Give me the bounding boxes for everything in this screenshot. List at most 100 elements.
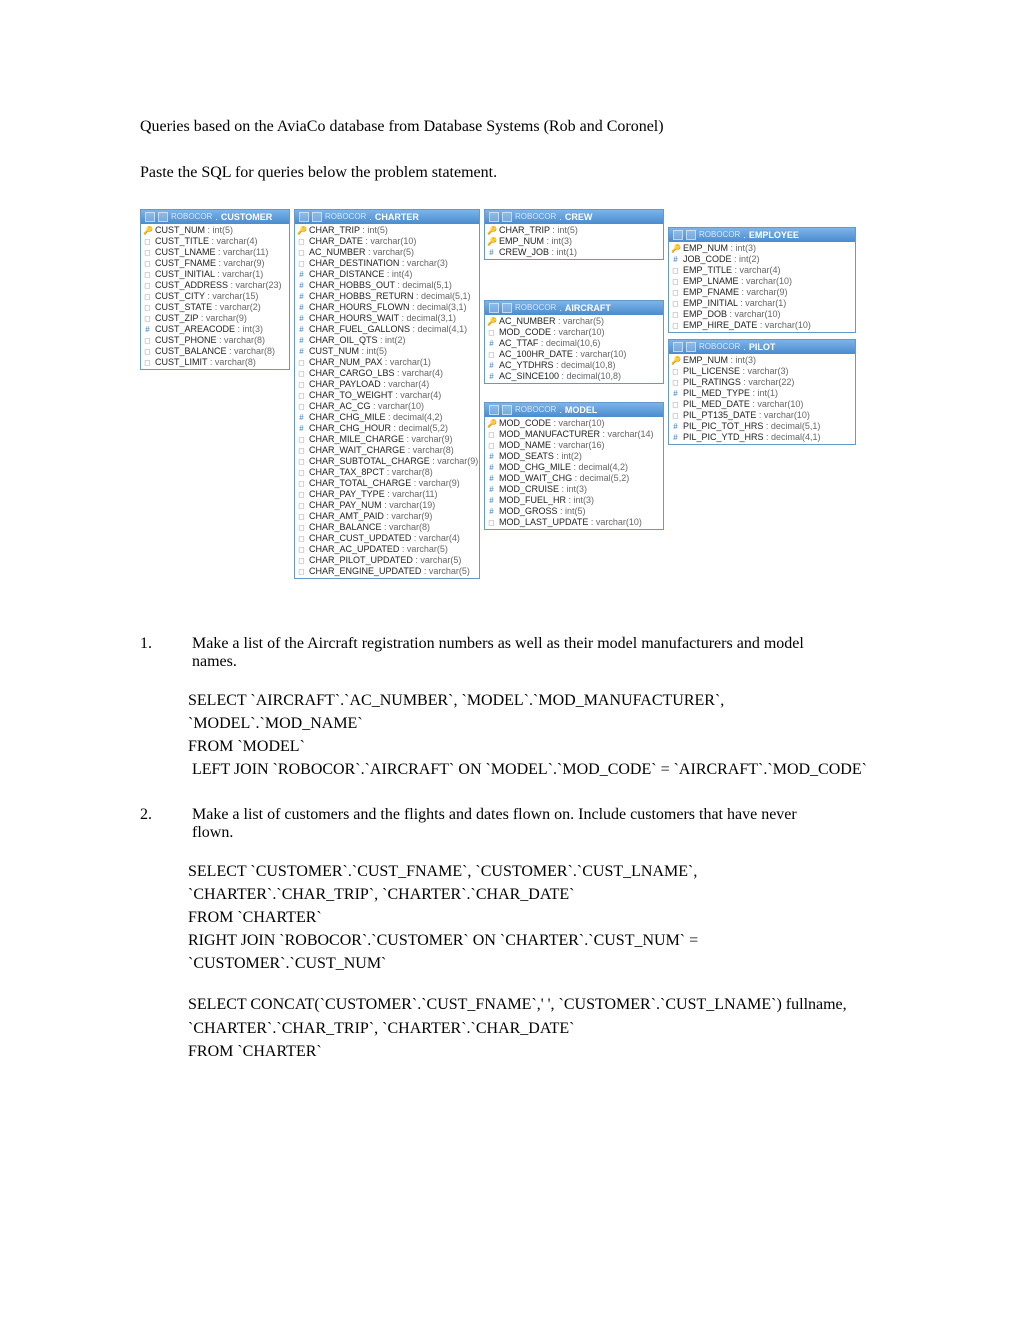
field-type: : varchar(10) — [757, 320, 811, 330]
field-row: 🔑AC_NUMBER : varchar(5) — [485, 316, 663, 327]
field-name: CHAR_MILE_CHARGE — [309, 434, 404, 444]
table-header-icon — [686, 342, 696, 352]
field-row: ◻CUST_STATE : varchar(2) — [141, 302, 289, 313]
number-icon: # — [297, 270, 306, 279]
key-icon: 🔑 — [487, 317, 496, 326]
field-name: EMP_DOB — [683, 309, 727, 319]
table-name: CREW — [565, 212, 593, 222]
field-name: PIL_MED_DATE — [683, 399, 750, 409]
field-type: : varchar(4) — [209, 236, 258, 246]
number-icon: # — [297, 281, 306, 290]
field-row: ◻CHAR_ENGINE_UPDATED : varchar(5) — [295, 566, 479, 577]
field-type: : int(3) — [235, 324, 263, 334]
field-row: ◻CHAR_MILE_CHARGE : varchar(9) — [295, 434, 479, 445]
column-icon: ◻ — [297, 380, 306, 389]
table-header-icon — [502, 405, 512, 415]
field-type: : varchar(10) — [739, 276, 793, 286]
field-row: ◻CHAR_CARGO_LBS : varchar(4) — [295, 368, 479, 379]
field-name: CHAR_TRIP — [499, 225, 550, 235]
field-row: 🔑CUST_NUM : int(5) — [141, 225, 289, 236]
column-icon: ◻ — [297, 358, 306, 367]
field-row: ◻AC_100HR_DATE : varchar(10) — [485, 349, 663, 360]
field-row: ◻CHAR_AC_UPDATED : varchar(5) — [295, 544, 479, 555]
table-name: PILOT — [749, 342, 776, 352]
field-row: ◻CUST_LIMIT : varchar(8) — [141, 357, 289, 368]
field-name: CHAR_HOURS_FLOWN — [309, 302, 410, 312]
field-name: PIL_PT135_DATE — [683, 410, 756, 420]
key-icon: 🔑 — [143, 226, 152, 235]
field-type: : int(5) — [558, 506, 586, 516]
field-name: CUST_CITY — [155, 291, 205, 301]
field-name: CHAR_DESTINATION — [309, 258, 399, 268]
field-row: ◻CHAR_TO_WEIGHT : varchar(4) — [295, 390, 479, 401]
field-row: #CUST_AREACODE : int(3) — [141, 324, 289, 335]
column-icon: ◻ — [143, 270, 152, 279]
field-name: CHAR_CUST_UPDATED — [309, 533, 411, 543]
column-icon: ◻ — [297, 567, 306, 576]
column-icon: ◻ — [671, 299, 680, 308]
table-header-icon — [145, 212, 155, 222]
field-name: MOD_NAME — [499, 440, 551, 450]
field-type: : decimal(3,1) — [410, 302, 467, 312]
field-type: : decimal(10,6) — [538, 338, 600, 348]
field-row: ◻CHAR_PAY_NUM : varchar(19) — [295, 500, 479, 511]
field-type: : int(5) — [205, 225, 233, 235]
field-row: ◻CUST_ZIP : varchar(9) — [141, 313, 289, 324]
column-icon: ◻ — [671, 277, 680, 286]
field-type: : int(3) — [559, 484, 587, 494]
field-name: CHAR_ENGINE_UPDATED — [309, 566, 421, 576]
column-icon: ◻ — [297, 534, 306, 543]
field-list: 🔑EMP_NUM : int(3)◻PIL_LICENSE : varchar(… — [669, 354, 855, 444]
field-type: : decimal(10,8) — [559, 371, 621, 381]
key-icon: 🔑 — [487, 226, 496, 235]
field-row: ◻CUST_INITIAL : varchar(1) — [141, 269, 289, 280]
table-header: ROBOCOR.PILOT — [669, 340, 855, 354]
field-type: : decimal(4,2) — [386, 412, 443, 422]
column-icon: ◻ — [671, 288, 680, 297]
field-type: : varchar(8) — [405, 445, 454, 455]
field-name: MOD_SEATS — [499, 451, 554, 461]
column-icon: ◻ — [297, 523, 306, 532]
field-row: #CUST_NUM : int(5) — [295, 346, 479, 357]
number-icon: # — [297, 347, 306, 356]
field-type: : varchar(8) — [207, 357, 256, 367]
field-row: #CHAR_FUEL_GALLONS : decimal(4,1) — [295, 324, 479, 335]
question-number: 1. — [140, 635, 188, 653]
field-type: : int(5) — [359, 346, 387, 356]
field-name: MOD_LAST_UPDATE — [499, 517, 588, 527]
field-row: ◻EMP_FNAME : varchar(9) — [669, 287, 855, 298]
field-list: 🔑CHAR_TRIP : int(5)🔑EMP_NUM : int(3)#CRE… — [485, 224, 663, 259]
field-row: #MOD_FUEL_HR : int(3) — [485, 495, 663, 506]
field-row: ◻PIL_RATINGS : varchar(22) — [669, 377, 855, 388]
field-row: #PIL_MED_TYPE : int(1) — [669, 388, 855, 399]
field-row: #CREW_JOB : int(1) — [485, 247, 663, 258]
field-row: ◻CUST_TITLE : varchar(4) — [141, 236, 289, 247]
table-name: CUSTOMER — [221, 212, 272, 222]
field-row: ◻CHAR_BALANCE : varchar(8) — [295, 522, 479, 533]
table-header-icon — [489, 212, 499, 222]
field-name: CHAR_WAIT_CHARGE — [309, 445, 405, 455]
field-name: AC_YTDHRS — [499, 360, 554, 370]
number-icon: # — [297, 303, 306, 312]
field-row: #MOD_SEATS : int(2) — [485, 451, 663, 462]
field-type: : int(5) — [550, 225, 578, 235]
field-row: ◻CHAR_PAYLOAD : varchar(4) — [295, 379, 479, 390]
field-name: CUST_INITIAL — [155, 269, 215, 279]
schema-label: ROBOCOR — [515, 405, 556, 414]
schema-label: ROBOCOR — [171, 212, 212, 221]
field-row: #CHAR_HOBBS_OUT : decimal(5,1) — [295, 280, 479, 291]
column-icon: ◻ — [143, 347, 152, 356]
number-icon: # — [487, 485, 496, 494]
field-type: : varchar(16) — [551, 440, 605, 450]
field-type: : varchar(1) — [382, 357, 431, 367]
field-row: #CHAR_CHG_HOUR : decimal(5,2) — [295, 423, 479, 434]
field-name: EMP_INITIAL — [683, 298, 738, 308]
field-type: : varchar(9) — [198, 313, 247, 323]
field-row: #PIL_PIC_TOT_HRS : decimal(5,1) — [669, 421, 855, 432]
field-type: : int(3) — [544, 236, 572, 246]
field-name: PIL_MED_TYPE — [683, 388, 750, 398]
field-type: : varchar(8) — [217, 335, 266, 345]
table-header: ROBOCOR.CREW — [485, 210, 663, 224]
field-name: MOD_CODE — [499, 327, 551, 337]
field-type: : decimal(4,2) — [571, 462, 628, 472]
